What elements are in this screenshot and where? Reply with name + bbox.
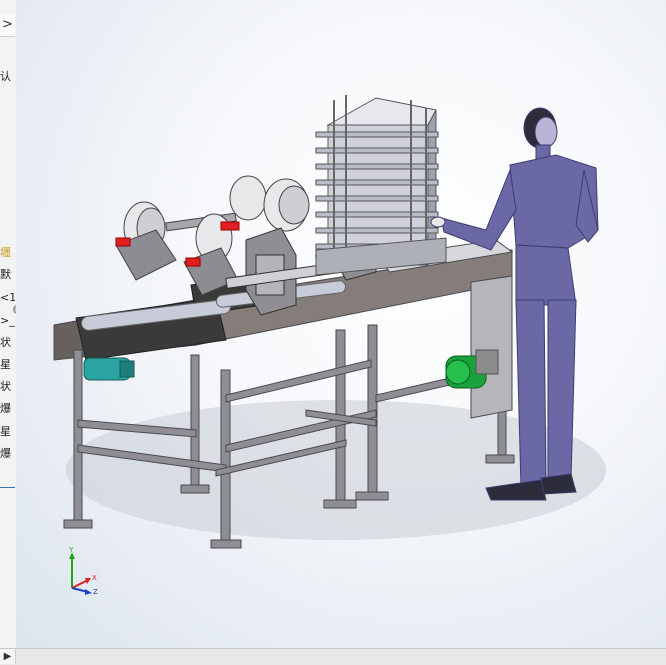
sidebar-item-3[interactable]: 默 <box>0 266 15 284</box>
expand-panel-button[interactable]: > <box>0 14 15 37</box>
horizontal-scrollbar[interactable]: ▶ <box>0 648 666 665</box>
side-panel <box>470 275 513 419</box>
sidebar-item-7[interactable]: 星 <box>0 356 15 374</box>
scroll-arrow-button[interactable]: ▶ <box>0 649 16 664</box>
sidebar-divider <box>0 487 15 488</box>
foot-5 <box>355 491 389 501</box>
foot-4 <box>323 499 357 509</box>
x-axis-label: X <box>92 574 97 582</box>
leg-left <box>515 299 547 488</box>
sidebar-item-5[interactable]: >_ <box>0 312 15 330</box>
stacked-tray-rack <box>315 95 447 276</box>
leg-2 <box>190 354 200 491</box>
feature-manager-sidebar: > 认 壥 默 <1 >_ 状 星 状 爆 星 爆 <box>0 0 22 648</box>
sidebar-item-4[interactable]: <1 <box>0 289 15 307</box>
graphics-viewport[interactable]: Y X Z <box>16 0 666 648</box>
sidebar-item-9[interactable]: 爆 <box>0 400 15 418</box>
sidebar-item-11[interactable]: 爆 <box>0 445 15 463</box>
coordinate-triad: Y X Z <box>60 546 110 598</box>
foot-1 <box>63 519 93 529</box>
sidebar-item-1[interactable]: 认 <box>0 68 15 86</box>
sidebar-item-10[interactable]: 星 <box>0 423 15 441</box>
foot-2 <box>180 484 210 494</box>
sidebar-item-2[interactable]: 壥 <box>0 244 15 262</box>
arm-left <box>440 168 517 251</box>
shoe-right <box>540 473 577 495</box>
sidebar-item-6[interactable]: 状 <box>0 334 15 352</box>
sidebar-item-8[interactable]: 状 <box>0 378 15 396</box>
z-axis-label: Z <box>93 588 98 596</box>
drive-gearbox <box>83 357 135 381</box>
x-axis-icon <box>71 579 89 589</box>
hips <box>515 244 577 306</box>
foot-3 <box>210 539 242 549</box>
y-axis-label: Y <box>69 546 74 554</box>
cad-assembly-model <box>53 95 606 549</box>
leg-1 <box>73 349 83 526</box>
foot-6 <box>485 454 515 464</box>
leg-right <box>547 299 577 483</box>
